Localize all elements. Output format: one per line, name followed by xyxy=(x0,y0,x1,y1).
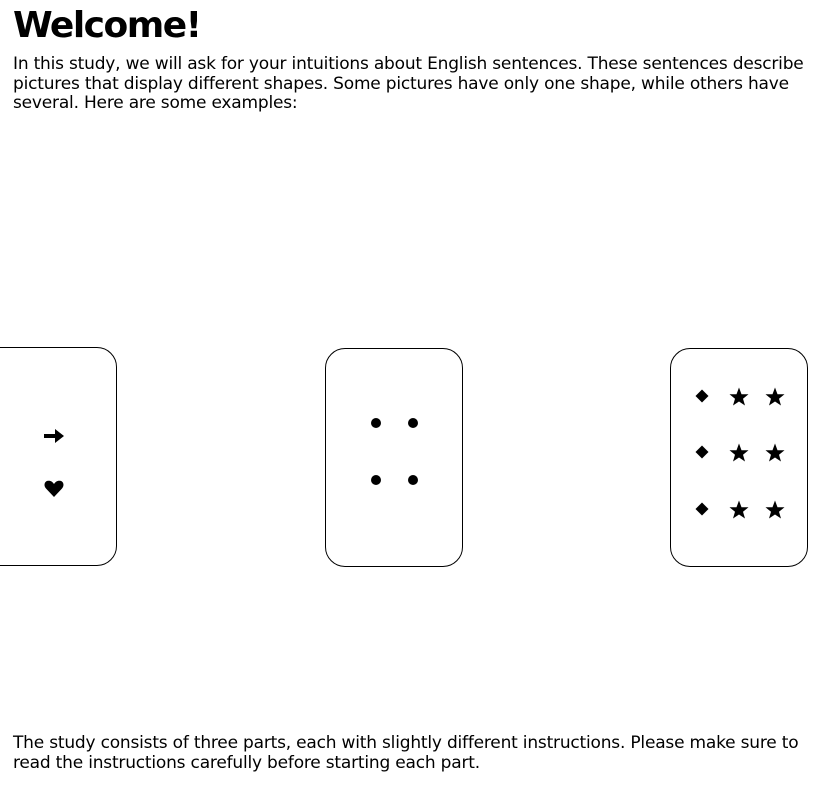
page-title: Welcome! xyxy=(13,5,202,46)
star-icon xyxy=(729,500,749,519)
intro-paragraph: In this study, we will ask for your intu… xyxy=(13,54,804,113)
diamond-icon xyxy=(695,445,709,459)
star-icon xyxy=(729,443,749,462)
star-icon xyxy=(765,500,785,519)
heart-icon xyxy=(44,480,64,497)
outro-paragraph: The study consists of three parts, each … xyxy=(13,733,799,773)
circle-icon xyxy=(408,475,418,485)
circle-icon xyxy=(371,475,381,485)
example-card-3 xyxy=(670,348,808,567)
circle-icon xyxy=(408,418,418,428)
diamond-icon xyxy=(695,502,709,516)
star-icon xyxy=(765,387,785,406)
star-icon xyxy=(729,387,749,406)
example-card-2 xyxy=(325,348,463,567)
example-card-1 xyxy=(0,347,117,566)
arrow-icon xyxy=(44,429,64,443)
diamond-icon xyxy=(695,389,709,403)
circle-icon xyxy=(371,418,381,428)
star-icon xyxy=(765,443,785,462)
